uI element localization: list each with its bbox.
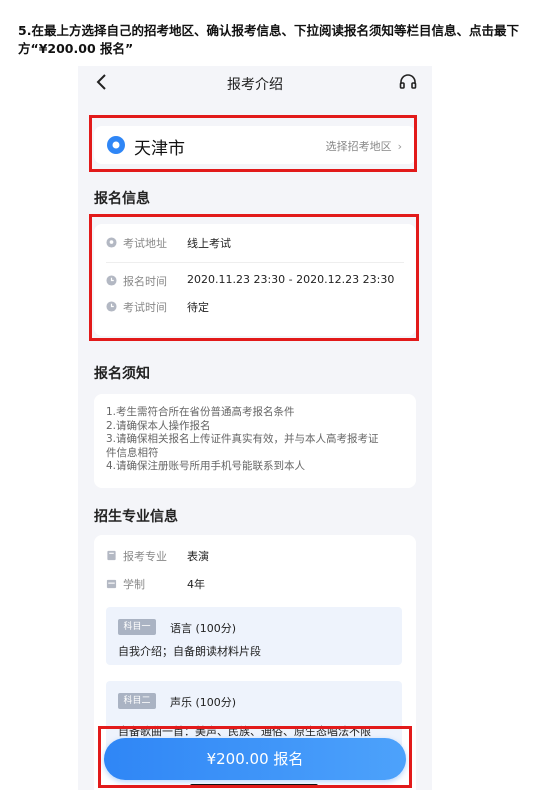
subject-name: 语言 (100分) <box>170 622 237 635</box>
duration-value: 4年 <box>187 578 205 591</box>
registration-info-title: 报名信息 <box>94 191 150 207</box>
clock-icon <box>106 301 117 312</box>
info-label: 考试地址 <box>123 237 167 250</box>
chevron-right-icon: › <box>397 140 402 153</box>
info-value: 待定 <box>187 301 209 314</box>
duration-label: 学制 <box>123 578 145 591</box>
major-label: 报考专业 <box>123 550 167 563</box>
major-info-title: 招生专业信息 <box>94 509 178 525</box>
nav-bar: 报考介绍 <box>78 66 432 100</box>
duration-row: 学制 4年 <box>106 575 404 593</box>
subject-tag: 科目二 <box>118 693 156 709</box>
city-name: 天津市 <box>134 139 185 159</box>
notice-line: 4.请确保注册账号所用手机号能联系到本人 <box>106 460 306 472</box>
info-value: 2020.11.23 23:30 - 2020.12.23 23:30 <box>187 273 395 286</box>
calendar-icon <box>106 579 117 589</box>
customer-service-icon[interactable] <box>398 72 418 92</box>
instruction-text: 5.在最上方选择自己的招考地区、确认报考信息、下拉阅读报名须知等栏目信息、点击最… <box>18 23 519 56</box>
info-row-signup-time: 报名时间 2020.11.23 23:30 - 2020.12.23 23:30 <box>106 272 404 290</box>
clock-icon <box>106 275 117 286</box>
region-card[interactable]: 天津市 选择招考地区 › <box>94 126 416 164</box>
info-label: 考试时间 <box>123 301 167 314</box>
registration-info-card: 考试地址 线上考试 报名时间 2020.11.23 23:30 - 2020.1… <box>94 224 416 336</box>
notice-line: 2.请确保本人操作报名 <box>106 419 211 432</box>
select-region-label: 选择招考地区 <box>325 140 392 153</box>
home-indicator <box>190 784 318 788</box>
notice-line: 3.请确保相关报名上传证件真实有效，并与本人高考报考证 件信息相符 <box>106 433 379 459</box>
divider <box>106 262 404 263</box>
subject-desc: 自我介绍；自备朗读材料片段 <box>118 645 261 658</box>
phone-screen: 报考介绍 天津市 选择招考地区 › 报名信息 考试地址 线上考试 报名时间 20… <box>78 66 432 790</box>
info-row-exam-time: 考试时间 待定 <box>106 298 404 316</box>
subject-desc: 自备歌曲一首：美声、民族、通俗、原生态唱法不限 <box>118 725 371 738</box>
book-icon <box>107 550 116 561</box>
info-value: 线上考试 <box>187 237 231 250</box>
notice-card: 1.考生需符合所在省份普通高考报名条件 2.请确保本人操作报名 3.请确保相关报… <box>94 394 416 488</box>
location-pin-icon <box>107 136 125 154</box>
info-row-address: 考试地址 线上考试 <box>106 234 404 252</box>
subject-name: 声乐 (100分) <box>170 696 237 709</box>
notice-title: 报名须知 <box>94 366 150 382</box>
page-title: 报考介绍 <box>227 77 283 93</box>
major-value: 表演 <box>187 550 209 563</box>
signup-button[interactable]: ¥200.00 报名 <box>104 738 406 780</box>
subject-tag: 科目一 <box>118 619 156 635</box>
major-row: 报考专业 表演 <box>106 547 404 565</box>
info-label: 报名时间 <box>123 275 167 288</box>
notice-line: 1.考生需符合所在省份普通高考报名条件 <box>106 406 295 418</box>
notice-text: 1.考生需符合所在省份普通高考报名条件 2.请确保本人操作报名 3.请确保相关报… <box>106 406 406 474</box>
select-region-link[interactable]: 选择招考地区 › <box>326 138 402 154</box>
location-icon <box>106 237 117 248</box>
subject-box: 科目一 语言 (100分) 自我介绍；自备朗读材料片段 <box>106 607 402 665</box>
